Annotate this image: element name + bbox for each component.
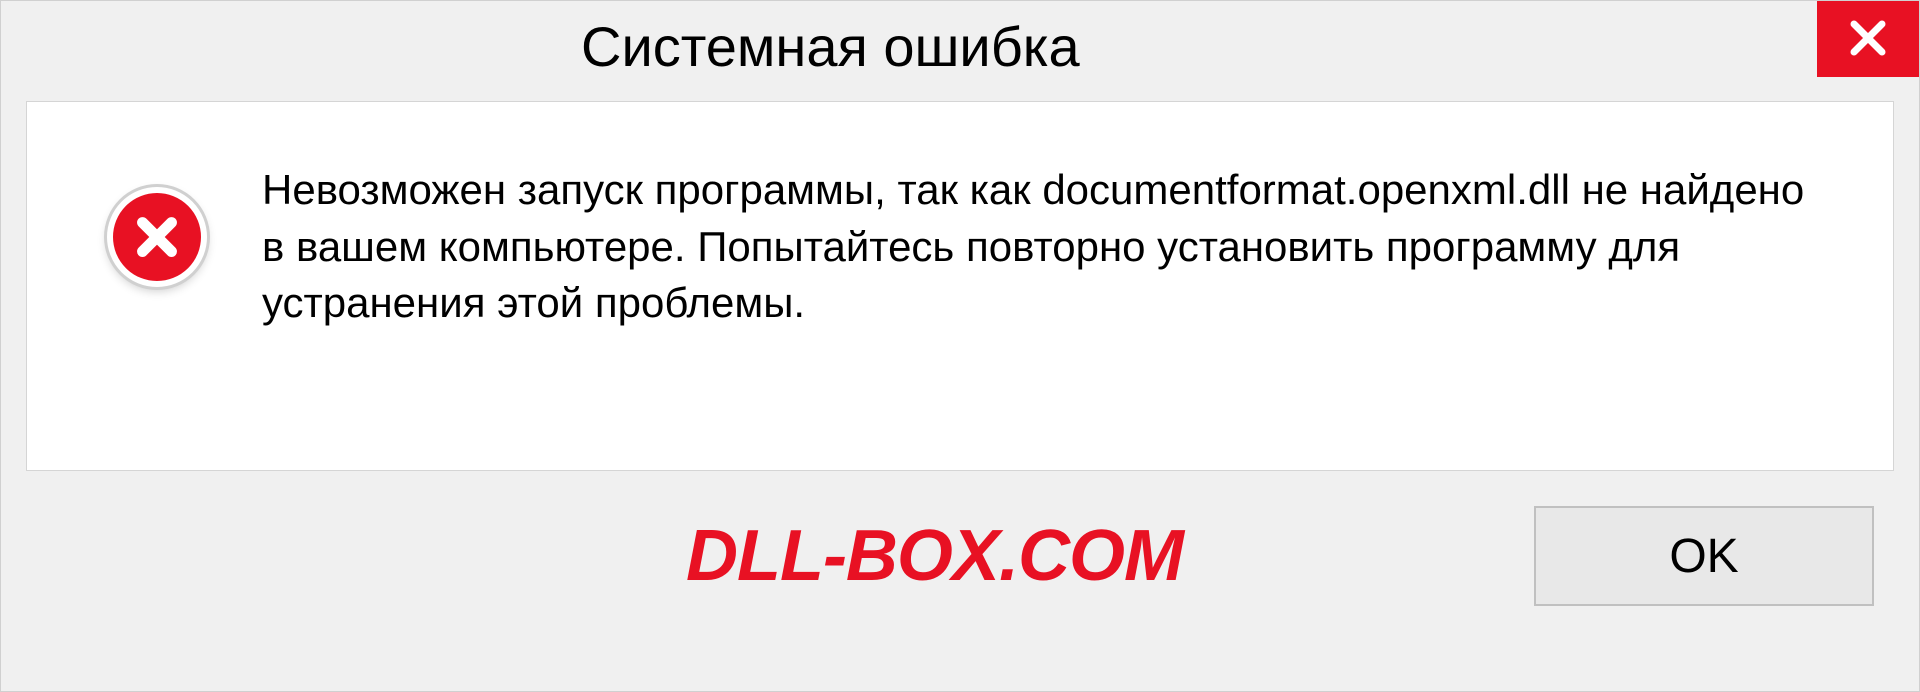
close-icon bbox=[1844, 14, 1892, 65]
error-message: Невозможен запуск программы, так как doc… bbox=[262, 162, 1822, 332]
titlebar: Системная ошибка bbox=[1, 1, 1919, 91]
close-button[interactable] bbox=[1817, 1, 1919, 77]
dialog-title: Системная ошибка bbox=[581, 14, 1080, 79]
error-icon bbox=[107, 187, 207, 287]
footer: DLL-BOX.COM OK bbox=[46, 506, 1874, 606]
watermark-text: DLL-BOX.COM bbox=[686, 515, 1183, 597]
content-panel: Невозможен запуск программы, так как doc… bbox=[26, 101, 1894, 471]
error-dialog: Системная ошибка Невозможен запуск прогр… bbox=[0, 0, 1920, 692]
ok-button[interactable]: OK bbox=[1534, 506, 1874, 606]
error-icon-wrapper bbox=[107, 187, 207, 287]
